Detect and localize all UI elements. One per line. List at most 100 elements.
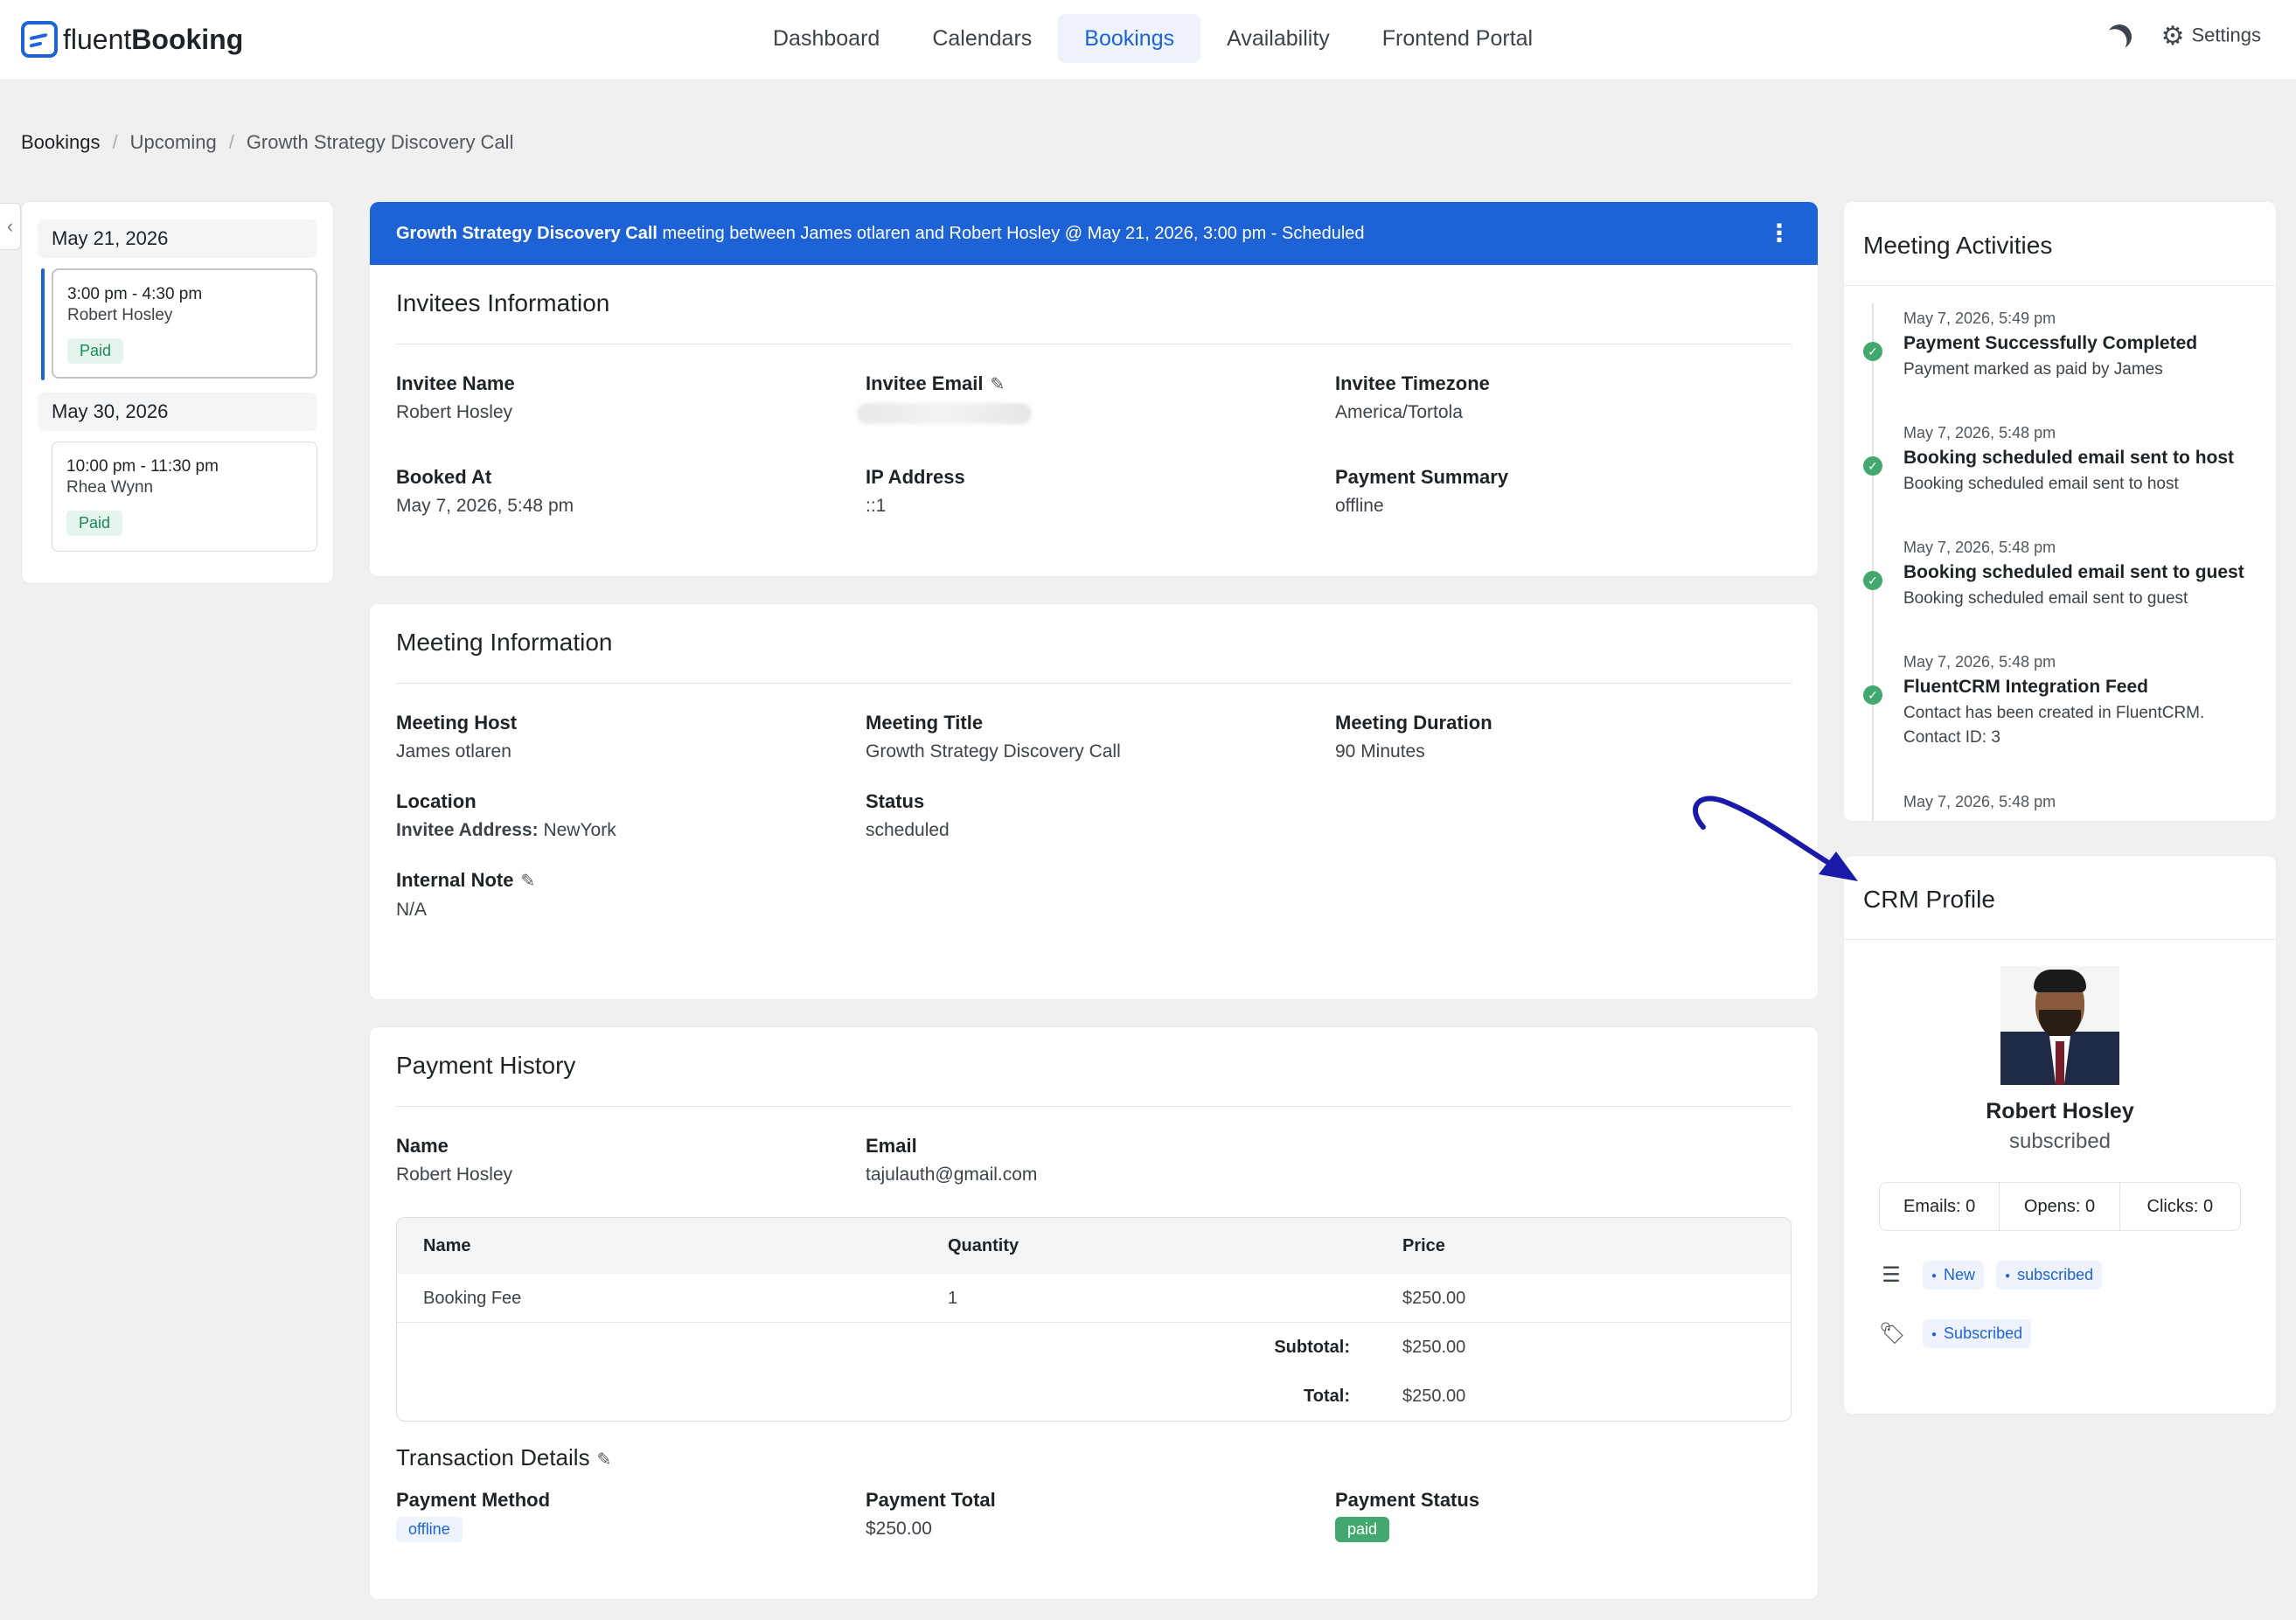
meeting-activities-panel: Meeting Activities ✓ May 7, 2026, 5:49 p… (1843, 201, 2277, 822)
logo-suffix: Booking (131, 23, 244, 55)
field-label: Invitee Timezone (1335, 372, 1490, 394)
field-label: Internal Note (396, 869, 514, 891)
more-actions-kebab-icon[interactable]: ⋮ (1767, 202, 1792, 265)
field-label: Name (396, 1135, 449, 1157)
total-value: $250.00 (1402, 1387, 1466, 1406)
field-label: Email (866, 1135, 917, 1157)
field-label: Payment Method (396, 1489, 551, 1511)
booking-slot[interactable]: 10:00 pm - 11:30 pm Rhea Wynn Paid (52, 442, 317, 552)
field-label: Location (396, 790, 477, 812)
field-ip-address: IP Address ::1 (866, 435, 1335, 522)
field-meeting-title: Meeting Title Growth Strategy Discovery … (866, 684, 1335, 768)
edit-pencil-icon[interactable]: ✎ (991, 375, 1005, 394)
activity-item: ✓ May 7, 2026, 5:49 pm Payment Successfu… (1863, 307, 2258, 421)
list-pill: New (1923, 1261, 1985, 1290)
date-group-header: May 30, 2026 (38, 393, 317, 431)
meeting-title: Meeting Information (396, 629, 613, 656)
field-label: Payment Total (866, 1489, 996, 1511)
field-value: 90 Minutes (1335, 741, 1425, 761)
total-label: Total: (1304, 1387, 1350, 1406)
date-group-header: May 21, 2026 (38, 219, 317, 258)
breadcrumb: Bookings / Upcoming / Growth Strategy Di… (21, 131, 513, 154)
location-value: NewYork (538, 820, 616, 840)
nav-bookings[interactable]: Bookings (1058, 14, 1201, 63)
booking-detail: Growth Strategy Discovery Call meeting b… (369, 201, 1819, 1600)
field-value: tajulauth@gmail.com (866, 1165, 1038, 1185)
nav-frontend-portal[interactable]: Frontend Portal (1356, 14, 1559, 63)
column-header-price: Price (1402, 1236, 1445, 1255)
field-invitee-email: Invitee Email ✎ (857, 344, 1335, 435)
cell-quantity: 1 (948, 1289, 958, 1308)
transaction-fields: Payment Method offline Payment Total $25… (370, 1471, 1818, 1545)
app-logo[interactable]: fluentBooking (21, 19, 243, 59)
activity-item: ✓ May 7, 2026, 5:48 pm FluentCRM Integra… (1863, 650, 2258, 790)
field-label: Invitee Email (866, 372, 984, 394)
cell-price: $250.00 (1402, 1289, 1466, 1308)
field-invitee-name: Invitee Name Robert Hosley (396, 344, 866, 435)
settings-button[interactable]: ⚙ Settings (2161, 21, 2261, 52)
table-header-row: Name Quantity Price (397, 1218, 1791, 1274)
payment-method-chip: offline (396, 1517, 463, 1542)
main-nav: Dashboard Calendars Bookings Availabilit… (747, 14, 1559, 63)
field-label: Invitee Name (396, 372, 515, 394)
location-key: Invitee Address: (396, 820, 539, 840)
field-label: Payment Status (1335, 1489, 1480, 1511)
check-circle-icon: ✓ (1863, 342, 1882, 361)
field-payment-summary: Payment Summary offline (1335, 435, 1793, 522)
activity-item: ✓ May 7, 2026, 5:48 pm Booking scheduled… (1863, 536, 2258, 650)
breadcrumb-upcoming[interactable]: Upcoming (130, 131, 217, 154)
slot-time: 3:00 pm - 4:30 pm (67, 285, 203, 303)
field-payment-email: Email tajulauth@gmail.com (866, 1107, 1335, 1191)
activity-item: ✓ May 7, 2026, 5:48 pm Booking scheduled… (1863, 421, 2258, 536)
crm-lists-row: ☰ New subscribed (1879, 1261, 2276, 1290)
field-payment-total: Payment Total $250.00 (866, 1471, 1335, 1545)
field-status: Status scheduled (866, 768, 1335, 846)
check-circle-icon: ✓ (1863, 685, 1882, 705)
field-label: Status (866, 790, 925, 812)
subtotal-label: Subtotal: (1274, 1338, 1350, 1357)
collapse-sidebar-chevron-left-icon[interactable]: ‹ (0, 203, 21, 250)
nav-availability[interactable]: Availability (1200, 14, 1356, 63)
subtotal-value: $250.00 (1402, 1338, 1466, 1357)
crm-contact-name[interactable]: Robert Hosley (1844, 1099, 2276, 1124)
nav-dashboard[interactable]: Dashboard (747, 14, 906, 63)
meeting-fields: Meeting Host James otlaren Meeting Title… (370, 684, 1818, 926)
slot-person: Rhea Wynn (66, 478, 154, 497)
top-bar: fluentBooking Dashboard Calendars Bookin… (0, 0, 2296, 80)
field-label: Meeting Title (866, 712, 984, 734)
booking-slot-selected[interactable]: 3:00 pm - 4:30 pm Robert Hosley Paid (41, 268, 317, 380)
nav-calendars[interactable]: Calendars (906, 14, 1058, 63)
edit-pencil-icon[interactable]: ✎ (520, 872, 535, 891)
field-value: Robert Hosley (396, 1165, 513, 1185)
field-value: James otlaren (396, 741, 511, 761)
top-right-actions: ⚙ Settings (2107, 21, 2261, 52)
check-circle-icon: ✓ (1863, 456, 1882, 476)
field-label: Meeting Host (396, 712, 518, 734)
field-value: America/Tortola (1335, 402, 1463, 422)
tag-pill: Subscribed (1923, 1319, 2032, 1348)
paid-badge: Paid (67, 338, 124, 364)
breadcrumb-bookings[interactable]: Bookings (21, 131, 101, 154)
dark-mode-moon-icon[interactable] (2104, 21, 2135, 52)
activity-item: May 7, 2026, 5:48 pm (1903, 793, 2056, 810)
column-header-quantity: Quantity (948, 1236, 1019, 1255)
activity-timeline[interactable]: ✓ May 7, 2026, 5:49 pm Payment Successfu… (1844, 286, 2276, 821)
payment-status-chip: paid (1335, 1517, 1390, 1542)
field-meeting-duration: Meeting Duration 90 Minutes (1335, 684, 1793, 768)
paid-badge: Paid (66, 511, 123, 536)
blurred-email (857, 403, 1032, 424)
table-row: Booking Fee 1 $250.00 (397, 1274, 1791, 1323)
subtotal-row: Subtotal: $250.00 (397, 1323, 1791, 1372)
avatar (2000, 966, 2119, 1085)
payment-contact-fields: Name Robert Hosley Email tajulauth@gmail… (370, 1107, 1818, 1191)
column-header-name: Name (423, 1236, 471, 1255)
total-row: Total: $250.00 (397, 1372, 1791, 1421)
field-label: Payment Summary (1335, 466, 1509, 488)
payment-title: Payment History (396, 1052, 576, 1079)
check-circle-icon: ✓ (1863, 571, 1882, 590)
field-value: Growth Strategy Discovery Call (866, 741, 1121, 761)
field-value: scheduled (866, 820, 950, 840)
banner-text: meeting between James otlaren and Robert… (657, 224, 1365, 243)
stat-opens: Opens: 0 (2000, 1183, 2120, 1230)
edit-pencil-icon[interactable]: ✎ (597, 1450, 612, 1470)
